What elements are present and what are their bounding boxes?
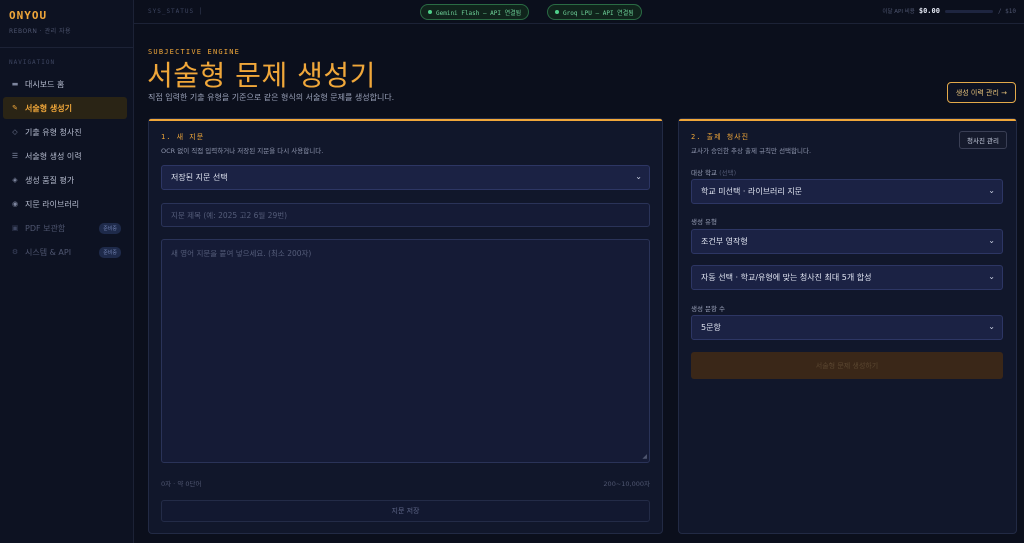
sparkle-icon: ◈: [12, 176, 18, 184]
coming-soon-badge: 준비중: [99, 223, 121, 234]
passage-panel: 1. 새 지문 OCR 없이 직접 입력하거나 저장된 지문을 다시 사용합니다…: [148, 118, 663, 534]
topbar: SYS_STATUS │ Gemini Flash — API 연결됨 Groq…: [134, 0, 1024, 24]
library-icon: ◉: [11, 200, 19, 208]
main-content: SYS_STATUS │ Gemini Flash — API 연결됨 Groq…: [134, 0, 1024, 543]
sidebar-item-pdf-archive: ▣ PDF 보관함 준비중: [3, 217, 127, 239]
passage-title-input[interactable]: 지문 제목 (예: 2025 고2 6월 29번): [161, 203, 650, 227]
question-type-select[interactable]: 조건부 영작형 ⌄: [691, 229, 1003, 254]
input-placeholder: 지문 제목 (예: 2025 고2 6월 29번): [171, 210, 288, 220]
chevron-down-icon: ⌄: [988, 186, 995, 195]
panel-title: 2. 출제 청사진: [691, 133, 750, 141]
sidebar-item-blueprints[interactable]: ◇ 기출 유형 청사진: [3, 121, 127, 143]
cost-amount: $0.00: [918, 7, 940, 15]
select-value: 5문항: [701, 323, 721, 332]
nav-section-label: NAVIGATION: [9, 59, 56, 66]
status-dot-icon: [428, 10, 432, 14]
page-title: 서술형 문제 생성기: [147, 59, 376, 92]
save-passage-button[interactable]: 지문 저장: [161, 500, 650, 522]
brand-subtitle: REBORN · 관리 자용: [9, 28, 72, 35]
sidebar-item-label: 생성 품질 평가: [25, 175, 75, 185]
chevron-down-icon: ⌄: [988, 236, 995, 245]
panel-subtitle: 교사가 승인한 추상 출제 규칙만 선택합니다.: [691, 147, 812, 155]
api-status-label: Groq LPU — API 연결됨: [563, 9, 634, 17]
chevron-down-icon: ⌄: [988, 272, 995, 281]
chevron-down-icon: ⌄: [988, 322, 995, 331]
sidebar-item-label: 시스템 & API: [25, 247, 72, 257]
optional-hint: (선택): [719, 169, 737, 177]
brand-logo[interactable]: ONYOU: [9, 9, 124, 22]
sidebar-item-label: PDF 보관함: [25, 223, 66, 233]
api-cost-meter: 이달 API 비용 $0.00 / $10: [882, 7, 1016, 15]
char-count: 0자 · 약 0단어: [161, 480, 202, 488]
school-select[interactable]: 학교 미선택 · 라이브러리 지문 ⌄: [691, 179, 1003, 204]
sidebar-item-label: 대시보드 홈: [25, 79, 65, 89]
select-value: 저장된 지문 선택: [171, 173, 228, 182]
generate-questions-button[interactable]: 서술형 문제 생성하기: [691, 352, 1003, 379]
cost-label: 이달 API 비용: [882, 9, 915, 15]
api-status-label: Gemini Flash — API 연결됨: [436, 9, 522, 17]
dashboard-icon: ▬: [11, 80, 19, 88]
type-field-label: 생성 유형: [691, 218, 717, 226]
textarea-placeholder: 새 영어 지문을 붙여 넣으세요. (최소 200자): [171, 249, 312, 258]
school-label-text: 대상 학교: [691, 169, 717, 177]
list-icon: ☰: [11, 152, 19, 160]
chevron-down-icon: ⌄: [635, 172, 642, 181]
brand: ONYOU REBORN · 관리 자용: [0, 0, 133, 48]
count-field-label: 생성 문항 수: [691, 305, 726, 313]
gear-icon: ⚙: [11, 248, 19, 256]
saved-passage-select[interactable]: 저장된 지문 선택 ⌄: [161, 165, 650, 190]
diamond-icon: ◇: [12, 128, 18, 136]
resize-handle-icon[interactable]: ◢: [642, 453, 647, 460]
blueprint-panel: 2. 출제 청사진 교사가 승인한 추상 출제 규칙만 선택합니다. 청사진 관…: [678, 118, 1017, 534]
panel-title: 1. 새 지문: [161, 133, 205, 141]
sidebar-item-label: 서술형 생성 이력: [25, 151, 82, 161]
sidebar-item-label: 서술형 생성기: [25, 103, 72, 113]
sidebar-item-library[interactable]: ◉ 지문 라이브러리: [3, 193, 127, 215]
school-field-label: 대상 학교 (선택): [691, 167, 736, 177]
sidebar-item-label: 지문 라이브러리: [25, 199, 80, 209]
sidebar-item-system-api: ⚙ 시스템 & API 준비중: [3, 241, 127, 263]
select-value: 자동 선택 · 학교/유형에 맞는 청사진 최대 5개 합성: [701, 273, 872, 282]
archive-icon: ▣: [11, 224, 19, 232]
sidebar-item-history[interactable]: ☰ 서술형 생성 이력: [3, 145, 127, 167]
passage-body-textarea[interactable]: 새 영어 지문을 붙여 넣으세요. (최소 200자) ◢: [161, 239, 650, 463]
app-root: ONYOU REBORN · 관리 자용 NAVIGATION ▬ 대시보드 홈…: [0, 0, 1024, 543]
sidebar: ONYOU REBORN · 관리 자용 NAVIGATION ▬ 대시보드 홈…: [0, 0, 134, 543]
blueprint-select[interactable]: 자동 선택 · 학교/유형에 맞는 청사진 최대 5개 합성 ⌄: [691, 265, 1003, 290]
gemini-api-status: Gemini Flash — API 연결됨: [420, 4, 530, 20]
sys-status-label: SYS_STATUS │: [148, 8, 204, 15]
groq-api-status: Groq LPU — API 연결됨: [547, 4, 642, 20]
sidebar-item-label: 기출 유형 청사진: [25, 127, 82, 137]
pencil-icon: ✎: [12, 104, 18, 112]
char-range: 200~10,000자: [603, 480, 650, 488]
sidebar-item-subjective-generator[interactable]: ✎ 서술형 생성기: [3, 97, 127, 119]
sidebar-item-quality[interactable]: ◈ 생성 품질 평가: [3, 169, 127, 191]
panel-subtitle: OCR 없이 직접 입력하거나 저장된 지문을 다시 사용합니다.: [161, 147, 324, 155]
sidebar-item-dashboard[interactable]: ▬ 대시보드 홈: [3, 73, 127, 95]
page-description: 직접 입력한 기출 유형을 기준으로 같은 형식의 서술형 문제를 생성합니다.: [148, 93, 395, 102]
select-value: 학교 미선택 · 라이브러리 지문: [701, 187, 803, 196]
coming-soon-badge: 준비중: [99, 247, 121, 258]
cost-limit: / $10: [997, 7, 1016, 15]
question-count-select[interactable]: 5문항 ⌄: [691, 315, 1003, 340]
blueprint-manage-button[interactable]: 청사진 관리: [959, 131, 1007, 149]
cost-progress-bar: [944, 9, 993, 13]
history-manage-button[interactable]: 생성 이력 관리 →: [946, 82, 1016, 103]
select-value: 조건부 영작형: [701, 237, 748, 246]
status-dot-icon: [555, 10, 559, 14]
